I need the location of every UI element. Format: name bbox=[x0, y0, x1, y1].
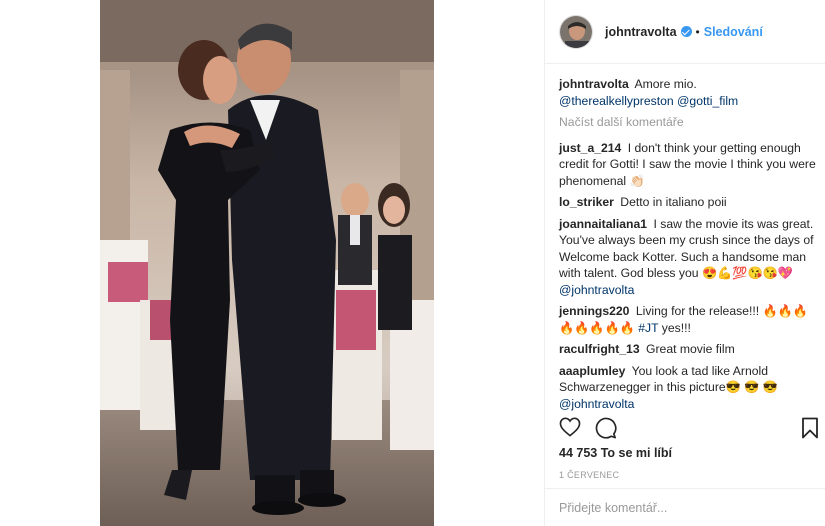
comment-item: jennings220 Living for the release!!! 🔥🔥… bbox=[559, 303, 821, 336]
post-actions bbox=[557, 414, 821, 444]
add-comment-field[interactable]: Přidejte komentář... bbox=[545, 488, 825, 526]
comment-text-tail: yes!!! bbox=[661, 320, 691, 335]
caption-username[interactable]: johntravolta bbox=[559, 77, 629, 91]
caption-text: Amore mio. bbox=[634, 77, 697, 91]
heart-icon[interactable] bbox=[559, 417, 581, 440]
post-image[interactable] bbox=[100, 0, 434, 526]
caption-mentions[interactable]: @therealkellypreston @gotti_film bbox=[559, 94, 738, 108]
comment-username[interactable]: just_a_214 bbox=[559, 141, 621, 155]
comment-username[interactable]: aaaplumley bbox=[559, 364, 625, 378]
bookmark-icon[interactable] bbox=[801, 417, 819, 442]
add-comment-placeholder: Přidejte komentář... bbox=[559, 500, 668, 515]
comment-username[interactable]: joannaitaliana1 bbox=[559, 217, 647, 231]
avatar[interactable] bbox=[559, 14, 593, 49]
comment-item: just_a_214 I don't think your getting en… bbox=[559, 140, 821, 190]
verified-badge-icon bbox=[680, 26, 692, 37]
separator-dot: • bbox=[695, 24, 700, 39]
likes-count[interactable]: 44 753 To se mi líbí bbox=[559, 446, 672, 460]
comment-text: Detto in italiano poii bbox=[620, 195, 727, 209]
comment-item: aaaplumley You look a tad like Arnold Sc… bbox=[559, 363, 821, 413]
post-header: johntravolta • Sledování bbox=[545, 0, 825, 64]
comment-username[interactable]: lo_striker bbox=[559, 195, 614, 209]
comments-list: johntravolta Amore mio. @therealkellypre… bbox=[559, 76, 821, 417]
comment-hashtag[interactable]: #JT bbox=[638, 321, 658, 335]
comment-item: joannaitaliana1 I saw the movie its was … bbox=[559, 216, 821, 299]
comment-icon[interactable] bbox=[595, 417, 617, 442]
comment-item: raculfright_13 Great movie film bbox=[559, 341, 821, 358]
caption: johntravolta Amore mio. @therealkellypre… bbox=[559, 76, 821, 109]
comment-text: Great movie film bbox=[646, 342, 735, 356]
follow-button[interactable]: Sledování bbox=[704, 25, 763, 39]
load-more-comments-button[interactable]: Načíst další komentáře bbox=[559, 114, 821, 131]
post-username[interactable]: johntravolta bbox=[605, 25, 677, 39]
comment-username[interactable]: raculfright_13 bbox=[559, 342, 640, 356]
comment-mention[interactable]: @johntravolta bbox=[559, 283, 634, 297]
post-date: 1 ČERVENEC bbox=[559, 470, 620, 480]
post-sidebar: johntravolta • Sledování johntravolta Am… bbox=[544, 0, 825, 526]
comment-item: lo_striker Detto in italiano poii bbox=[559, 194, 821, 211]
comment-username[interactable]: jennings220 bbox=[559, 304, 629, 318]
dancing-couple-photo bbox=[100, 0, 434, 526]
comment-mention[interactable]: @johntravolta bbox=[559, 397, 634, 411]
